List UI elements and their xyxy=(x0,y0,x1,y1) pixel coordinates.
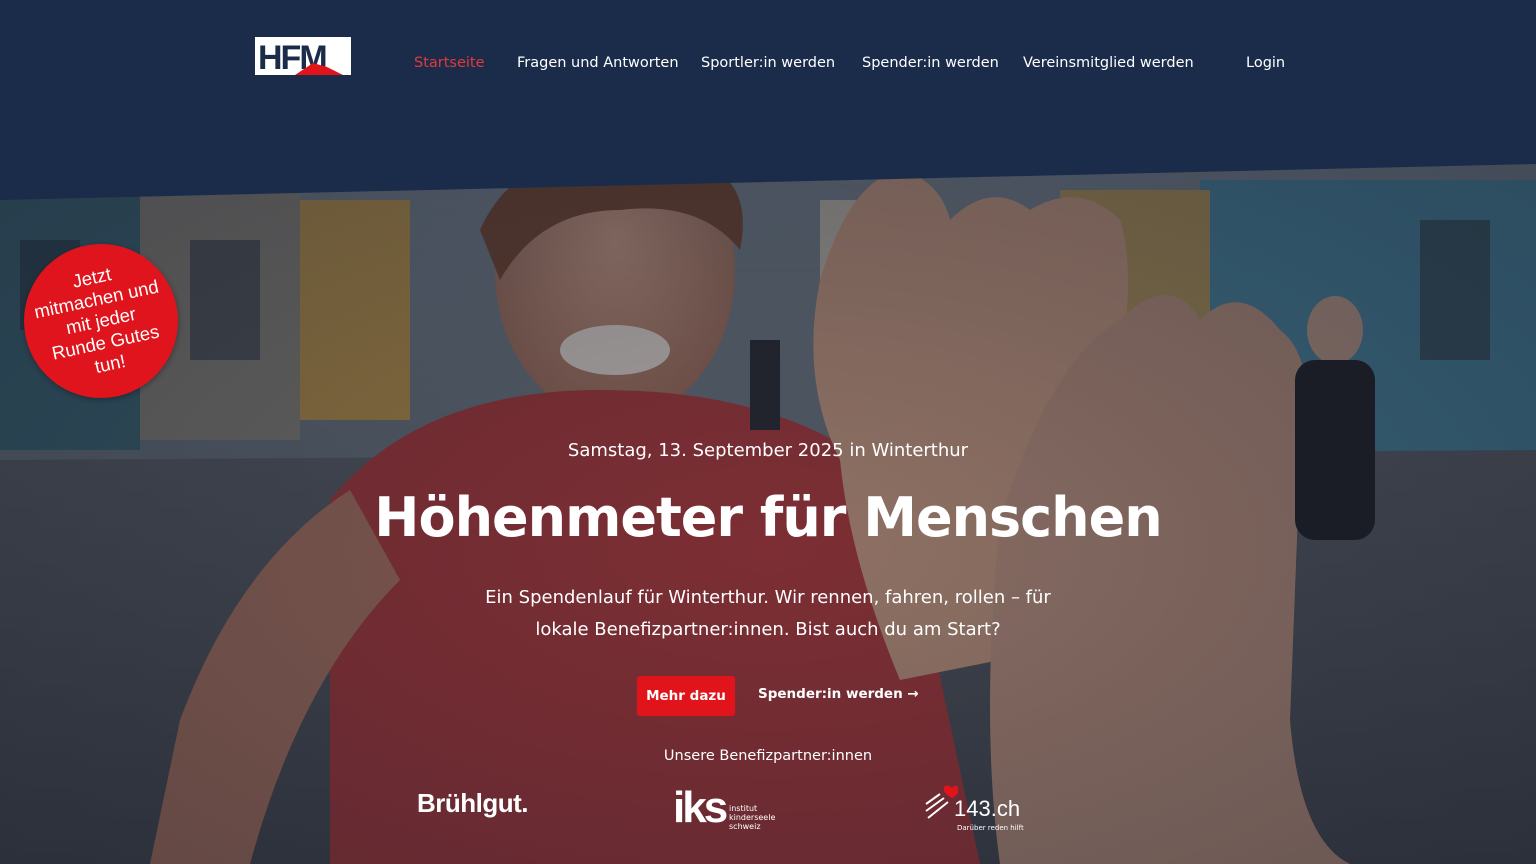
iks-line2: kinderseele xyxy=(729,813,776,822)
event-date: Samstag, 13. September 2025 in Winterthu… xyxy=(567,440,969,461)
nav-spender-werden[interactable]: Spender:in werden xyxy=(862,55,999,75)
badge-text: Jetzt mitmachen und mit jeder Runde Gute… xyxy=(32,263,161,378)
nav-fragen-und-antworten[interactable]: Fragen und Antworten xyxy=(517,55,679,75)
partner-143-logo[interactable]: 143.ch Darüber reden hilft xyxy=(924,784,1024,836)
hfm-logo[interactable]: HFM xyxy=(255,35,351,77)
heart-icon xyxy=(925,785,958,819)
partner-bruehlgut-logo[interactable]: Brühlgut. xyxy=(417,788,529,819)
login-link[interactable]: Login xyxy=(1246,55,1285,71)
nav-startseite[interactable]: Startseite xyxy=(414,55,485,75)
mehr-dazu-button[interactable]: Mehr dazu xyxy=(637,676,735,716)
hero-title: Höhenmeter für Menschen xyxy=(374,486,1162,549)
iks-line1: institut xyxy=(729,804,758,813)
partner-iks-logo[interactable]: iks institut kinderseele schweiz xyxy=(673,782,783,834)
partner-143-name: 143.ch xyxy=(954,796,1021,821)
nav-vereinsmitglied-werden[interactable]: Vereinsmitglied werden xyxy=(1023,55,1194,75)
partner-143-tagline: Darüber reden hilft xyxy=(957,824,1024,832)
hero-lead: Ein Spendenlauf für Winterthur. Wir renn… xyxy=(485,587,1051,640)
spender-werden-link[interactable]: Spender:in werden → xyxy=(758,686,919,702)
iks-mark: iks xyxy=(673,783,728,832)
partners-label: Unsere Benefizpartner:innen xyxy=(663,748,873,764)
iks-line3: schweiz xyxy=(729,822,761,831)
iks-text: institut kinderseele schweiz xyxy=(729,804,775,831)
nav-sportler-werden[interactable]: Sportler:in werden xyxy=(701,55,835,75)
